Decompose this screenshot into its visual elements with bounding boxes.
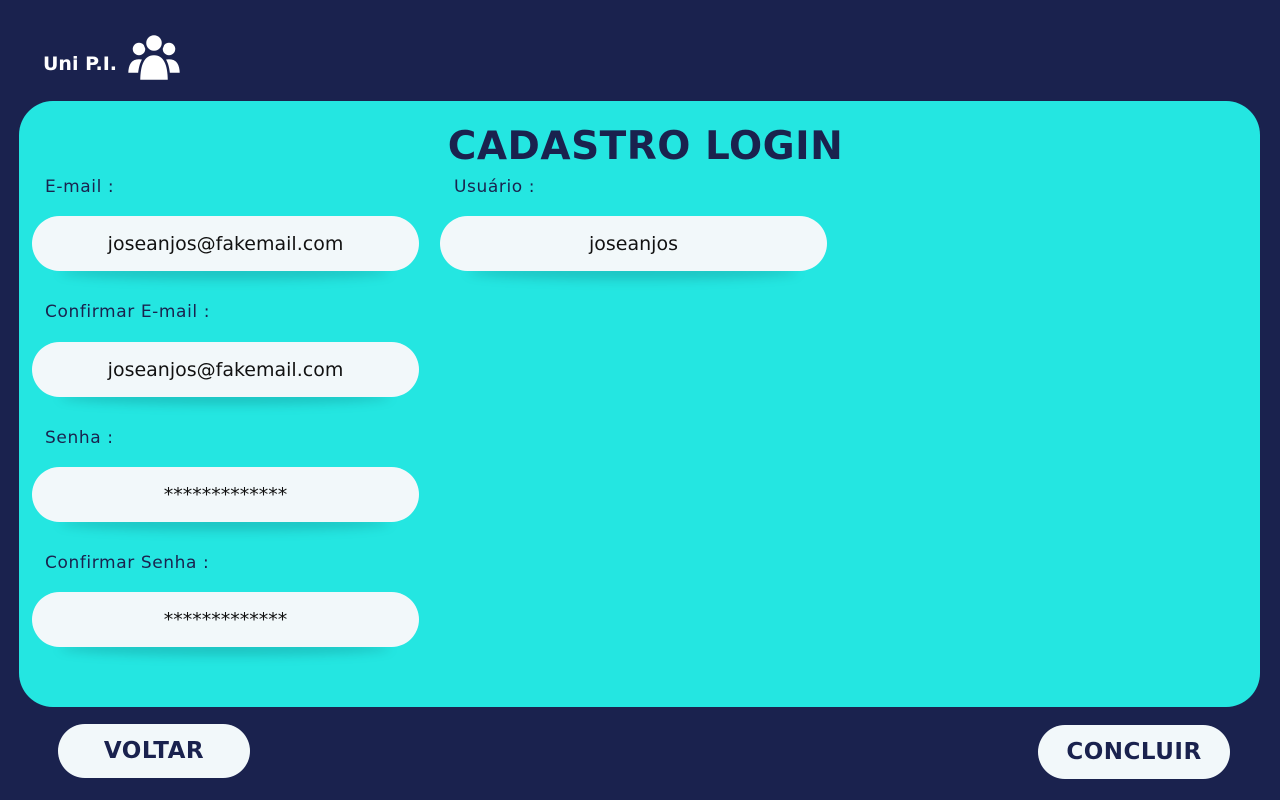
confirm-senha-label: Confirmar Senha : (45, 553, 210, 573)
senha-field[interactable]: ************* (32, 467, 419, 522)
users-group-icon (126, 32, 183, 82)
brand: Uni P.I. (43, 32, 183, 82)
email-label: E-mail : (45, 177, 115, 197)
confirm-email-label: Confirmar E-mail : (45, 302, 211, 322)
email-field[interactable]: joseanjos@fakemail.com (32, 216, 419, 271)
confirm-senha-field[interactable]: ************* (32, 592, 419, 647)
usuario-label: Usuário : (454, 177, 536, 197)
senha-label: Senha : (45, 428, 114, 448)
page-title: CADASTRO LOGIN (447, 124, 844, 169)
voltar-button[interactable]: VOLTAR (58, 724, 250, 778)
confirm-email-field[interactable]: joseanjos@fakemail.com (32, 342, 419, 397)
usuario-field[interactable]: joseanjos (440, 216, 827, 271)
brand-name: Uni P.I. (43, 53, 118, 75)
concluir-button[interactable]: CONCLUIR (1038, 725, 1230, 779)
